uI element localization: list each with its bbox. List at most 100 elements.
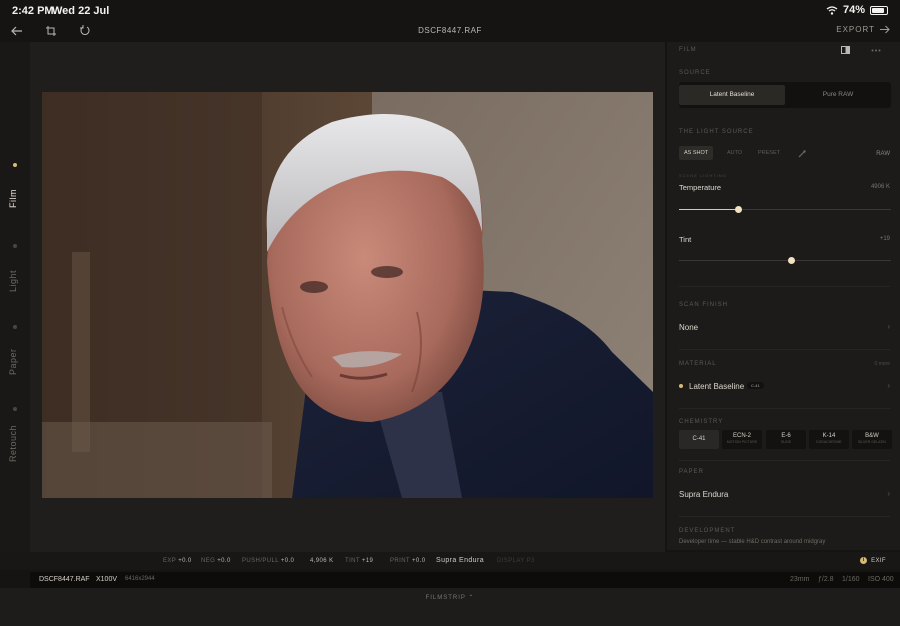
- material-dot-icon: [679, 384, 683, 388]
- left-rail: Film Light Paper Retouch: [0, 42, 30, 552]
- tint-slider-thumb[interactable]: [787, 257, 795, 264]
- chemistry-ecn2-button[interactable]: ECN-2 MOTION PICTURE: [722, 430, 762, 449]
- summary-value: +0.0: [217, 558, 231, 564]
- status-right: 74%: [826, 4, 888, 16]
- summary-key: PUSH/PULL: [242, 558, 279, 564]
- paper-label: PAPER: [679, 469, 704, 475]
- export-arrow-icon: [880, 25, 890, 34]
- image-meta-bar: DSCF8447.RAF X100V 6416x2944 23mm ƒ/2.8 …: [30, 572, 900, 588]
- chemistry-name: C-41: [692, 436, 706, 442]
- separator: [679, 460, 890, 461]
- chemistry-name: E-6: [781, 433, 791, 439]
- meta-aperture: ƒ/2.8: [818, 576, 834, 583]
- status-date: Wed 22 Jul: [52, 5, 110, 17]
- chemistry-name: K-14: [822, 433, 836, 439]
- panel-header: FILM: [679, 47, 697, 53]
- material-badge: C-41: [747, 382, 764, 389]
- summary-value: 4,906 K: [310, 558, 334, 564]
- summary-paper: Supra Endura: [436, 557, 484, 564]
- scene-lighting-label: SCENE LIGHTING: [679, 173, 727, 178]
- chemistry-name: B&W: [865, 433, 879, 439]
- rail-dot-paper: [13, 325, 17, 329]
- rail-dot-retouch: [13, 407, 17, 411]
- meta-dimensions: 6416x2944: [125, 576, 155, 582]
- summary-value: +0.0: [280, 558, 295, 564]
- summary-value: +0.0: [178, 558, 192, 564]
- filmstrip-label-row: FILMSTRIP ⌃: [0, 594, 900, 601]
- photo-preview[interactable]: [42, 92, 653, 498]
- film-settings-panel: FILM SOURCE Latent Baseline Pure RAW THE…: [666, 42, 900, 550]
- compare-icon[interactable]: [841, 46, 850, 54]
- summary-print: PRINT +0.0: [390, 558, 425, 564]
- tint-label: Tint: [679, 235, 692, 244]
- light-raw-label: RAW: [876, 151, 890, 157]
- exif-button[interactable]: i EXIF: [860, 557, 886, 564]
- exif-label: EXIF: [871, 557, 886, 564]
- material-value[interactable]: Latent Baseline: [689, 382, 744, 391]
- separator: [679, 349, 890, 350]
- summary-push-pull: PUSH/PULL +0.0: [242, 558, 294, 564]
- source-pure-raw[interactable]: Pure RAW: [785, 85, 891, 105]
- chevron-up-icon: ⌃: [468, 595, 475, 601]
- material-extra: 0 more: [874, 361, 890, 367]
- battery-fill: [872, 7, 884, 13]
- scan-finish-chevron-icon: ›: [887, 322, 890, 331]
- separator: [679, 408, 890, 409]
- development-label: DEVELOPMENT: [679, 528, 736, 534]
- summary-temperature: 4,906 K: [310, 558, 333, 564]
- portrait-image: [42, 92, 653, 498]
- chemistry-e6-button[interactable]: E-6 SLIDE: [766, 430, 806, 449]
- light-auto-button[interactable]: AUTO: [722, 146, 747, 160]
- light-source-label: THE LIGHT SOURCE: [679, 129, 754, 135]
- status-bar: 2:42 PM Wed 22 Jul 74%: [0, 0, 900, 22]
- battery-icon: [870, 5, 888, 15]
- meta-iso: ISO 400: [868, 576, 894, 583]
- summary-value: +0.0: [411, 558, 426, 564]
- status-time: 2:42 PM: [12, 5, 54, 17]
- rail-tab-paper[interactable]: Paper: [8, 348, 18, 375]
- battery-percent: 74%: [842, 4, 865, 16]
- temperature-slider[interactable]: [679, 206, 891, 213]
- scan-finish-value[interactable]: None: [679, 323, 698, 332]
- chemistry-k14-button[interactable]: K-14 KODACHROME: [809, 430, 849, 449]
- export-button[interactable]: EXPORT: [836, 25, 890, 34]
- separator: [679, 286, 890, 287]
- light-preset-button[interactable]: PRESET: [753, 146, 785, 160]
- rail-tab-retouch[interactable]: Retouch: [8, 425, 18, 462]
- chemistry-c41-button[interactable]: C-41: [679, 430, 719, 449]
- temperature-value: 4906 K: [870, 184, 890, 190]
- paper-chevron-icon: ›: [887, 489, 890, 498]
- temperature-slider-thumb[interactable]: [734, 206, 742, 213]
- chemistry-label: CHEMISTRY: [679, 419, 724, 425]
- material-chevron-icon: ›: [887, 381, 890, 390]
- display-profile-label: DISPLAY P3: [497, 558, 535, 564]
- summary-key: NEG: [201, 558, 216, 564]
- eyedropper-icon[interactable]: [798, 150, 806, 158]
- filmstrip-toggle[interactable]: FILMSTRIP ⌃: [0, 588, 900, 626]
- chemistry-bw-button[interactable]: B&W SILVER GELATIN: [852, 430, 892, 449]
- export-label: EXPORT: [836, 25, 875, 34]
- summary-value: Supra Endura: [436, 557, 484, 564]
- filmstrip-label: FILMSTRIP: [425, 595, 466, 601]
- more-icon[interactable]: [871, 49, 881, 52]
- source-latent-baseline[interactable]: Latent Baseline: [679, 85, 785, 105]
- source-segmented: Latent Baseline Pure RAW: [679, 82, 891, 108]
- paper-value[interactable]: Supra Endura: [679, 490, 728, 499]
- rail-tab-light[interactable]: Light: [8, 270, 18, 292]
- summary-tint: TINT +19: [345, 558, 373, 564]
- top-toolbar: DSCF8447.RAF EXPORT: [0, 22, 900, 42]
- material-label: MATERIAL: [679, 361, 717, 367]
- summary-key: PRINT: [390, 558, 410, 564]
- meta-filename: DSCF8447.RAF: [39, 576, 90, 583]
- chemistry-sub: SILVER GELATIN: [858, 440, 886, 444]
- meta-shutter: 1/160: [842, 576, 860, 583]
- chemistry-sub: KODACHROME: [816, 440, 842, 444]
- rail-tab-film[interactable]: Film: [8, 189, 18, 208]
- light-as-shot-button[interactable]: AS SHOT: [679, 146, 714, 160]
- source-label: SOURCE: [679, 70, 711, 76]
- rail-dot-film: [13, 163, 17, 167]
- meta-camera: X100V: [96, 576, 118, 583]
- summary-key: TINT: [345, 558, 360, 564]
- tint-slider[interactable]: [679, 257, 891, 264]
- separator: [679, 516, 890, 517]
